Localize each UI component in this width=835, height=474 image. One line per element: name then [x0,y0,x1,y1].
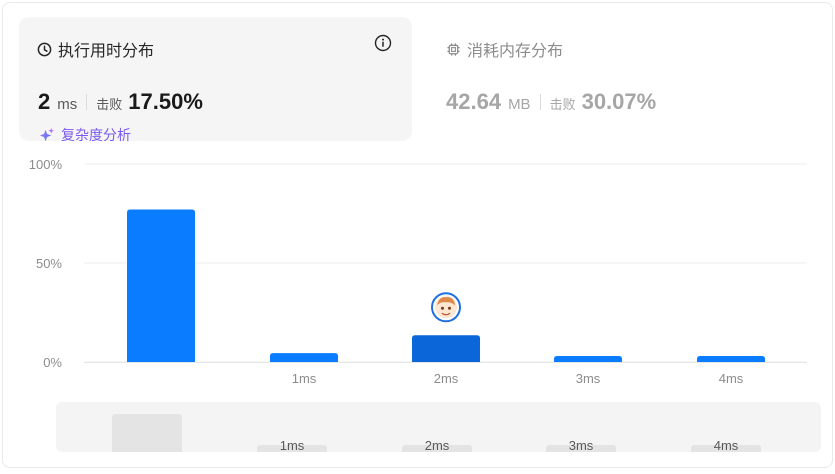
chart-svg: 100% 50% 0% 1ms 2ms 3ms 4ms [29,157,807,386]
chart-bar [270,353,338,362]
navigator-label: 4ms [713,438,739,452]
navigator-label: 3ms [568,438,594,452]
runtime-stats: 2 ms 击败 17.50% [38,89,203,115]
x-tick-label: 4ms [719,371,744,386]
runtime-card-header: 执行用时分布 [37,37,154,61]
chart-bar [554,356,622,362]
sparkle-icon [39,127,55,141]
chip-icon [447,42,460,56]
navigator-label: 1ms [279,438,305,452]
y-tick-label: 50% [36,256,62,271]
y-tick-label: 100% [29,157,63,172]
chart-bar [697,356,765,362]
memory-value: 42.64 [446,89,502,114]
memory-card[interactable]: 消耗内存分布 42.64 MB 击败 30.07% [432,17,812,141]
memory-stats: 42.64 MB 击败 30.07% [446,89,656,115]
runtime-card-title: 执行用时分布 [58,41,155,60]
runtime-unit: ms [57,96,78,113]
navigator-mini-bar [112,414,182,452]
range-navigator[interactable]: 1ms 2ms 3ms 4ms [56,402,821,452]
memory-card-header: 消耗内存分布 [446,37,563,61]
memory-card-title: 消耗内存分布 [467,41,564,60]
divider [86,94,88,110]
runtime-distribution-chart[interactable]: 100% 50% 0% 1ms 2ms 3ms 4ms [0,150,835,400]
chart-bar [412,335,480,362]
user-avatar-marker[interactable] [431,292,461,323]
info-icon[interactable] [374,34,392,52]
runtime-beats-value: 17.50% [128,89,203,114]
chart-bar [127,209,195,362]
x-tick-label: 1ms [292,371,317,386]
runtime-card[interactable]: 执行用时分布 2 ms 击败 17.50% 复杂度分析 [19,17,412,144]
clock-icon [37,42,52,56]
memory-beats-label: 击败 [549,98,576,113]
navigator-label: 2ms [424,438,450,452]
complexity-analysis-label: 复杂度分析 [61,128,131,144]
x-tick-label: 2ms [434,371,459,386]
y-tick-label: 0% [43,355,62,370]
memory-beats-value: 30.07% [581,89,657,114]
complexity-analysis-link[interactable]: 复杂度分析 [38,125,131,145]
x-tick-label: 3ms [576,371,601,386]
runtime-value: 2 [38,89,51,114]
memory-unit: MB [508,96,531,113]
runtime-beats-label: 击败 [96,98,123,113]
divider [539,94,541,110]
